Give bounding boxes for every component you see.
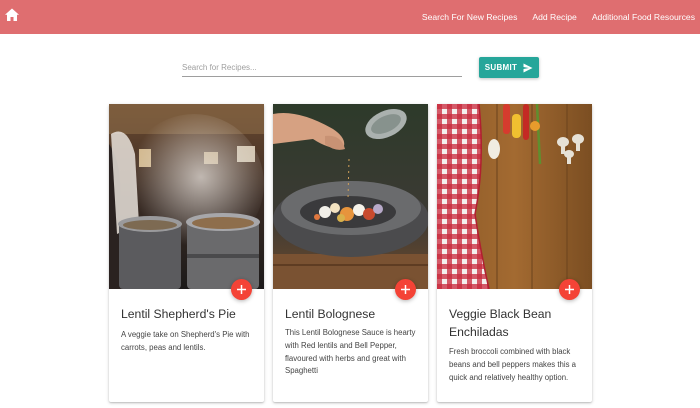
vegetables-wooden-table-image [437, 104, 592, 289]
add-recipe-button[interactable] [395, 279, 416, 300]
plus-icon [237, 285, 246, 294]
nav-links: Search For New Recipes Add Recipe Additi… [407, 0, 695, 34]
submit-button[interactable]: SUBMIT [479, 57, 539, 78]
card-description: Fresh broccoli combined with black beans… [449, 347, 576, 382]
card-title: Lentil Bolognese [285, 307, 376, 321]
card-title: Veggie Black Bean Enchiladas [449, 307, 552, 339]
plus-icon [401, 285, 410, 294]
plus-icon [565, 285, 574, 294]
nav-link-food-resources[interactable]: Additional Food Resources [592, 12, 695, 22]
card-description: This Lentil Bolognese Sauce is hearty wi… [285, 328, 416, 376]
recipe-card[interactable]: Lentil Shepherd's Pie A veggie take on S… [109, 104, 264, 402]
card-title: Lentil Shepherd's Pie [121, 307, 236, 321]
kitchen-steaming-pots-image [109, 104, 264, 289]
card-description: A veggie take on Shepherd's Pie with car… [121, 330, 250, 352]
top-navbar: Search For New Recipes Add Recipe Additi… [0, 0, 700, 34]
seasoning-stone-bowl-image [273, 104, 428, 289]
home-icon[interactable] [4, 7, 20, 23]
add-recipe-button[interactable] [231, 279, 252, 300]
recipe-card[interactable]: Veggie Black Bean Enchiladas Fresh brocc… [437, 104, 592, 402]
recipe-card[interactable]: Lentil Bolognese This Lentil Bolognese S… [273, 104, 428, 402]
submit-label: SUBMIT [484, 63, 518, 72]
nav-link-add-recipe[interactable]: Add Recipe [532, 12, 576, 22]
send-icon [523, 63, 533, 72]
search-input[interactable] [182, 58, 462, 77]
add-recipe-button[interactable] [559, 279, 580, 300]
nav-link-search-recipes[interactable]: Search For New Recipes [422, 12, 518, 22]
